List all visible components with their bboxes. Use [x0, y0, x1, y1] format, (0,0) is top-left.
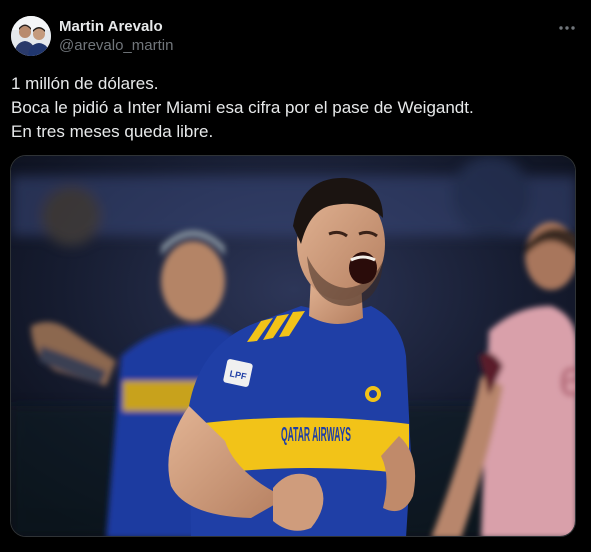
tweet-text-line: Boca le pidió a Inter Miami esa cifra po…	[11, 98, 474, 117]
avatar-image	[11, 16, 51, 56]
tweet-card: Martin Arevalo @arevalo_martin 1 millón …	[0, 0, 591, 552]
author-info: Martin Arevalo @arevalo_martin	[59, 17, 173, 56]
jersey-sponsor: QATAR AIRWAYS	[281, 424, 351, 446]
tweet-text: 1 millón de dólares. Boca le pidió a Int…	[11, 72, 571, 144]
tweet-text-line: 1 millón de dólares.	[11, 74, 159, 93]
author-avatar[interactable]	[11, 16, 51, 56]
more-options-icon	[559, 26, 575, 30]
author-handle[interactable]: @arevalo_martin	[59, 36, 173, 56]
author-display-name[interactable]: Martin Arevalo	[59, 17, 173, 36]
tweet-text-line: En tres meses queda libre.	[11, 122, 214, 141]
football-celebration-image: 6 QATAR AIRWAYS LPF	[11, 156, 576, 536]
more-options-button[interactable]	[556, 17, 578, 39]
tweet-photo[interactable]: 6 QATAR AIRWAYS LPF	[10, 155, 576, 537]
opponent-jersey-number: 6	[559, 358, 576, 405]
